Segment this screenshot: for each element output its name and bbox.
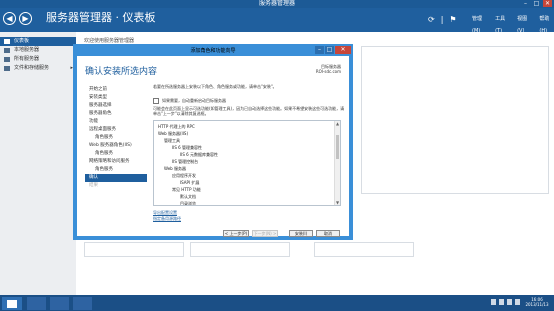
dialog-body: 确认安装所选内容 目标服务器 ROI-sdc.com 开始之前 安装类型 服务器… xyxy=(77,56,349,237)
previous-button[interactable]: < 上一步(P) xyxy=(223,230,249,237)
step-server-selection[interactable]: 服务器选择 xyxy=(85,102,147,110)
step-features[interactable]: 功能 xyxy=(85,118,147,126)
sidebar-item-file-storage[interactable]: 文件和存储服务 ▸ xyxy=(0,64,76,73)
volume-icon[interactable] xyxy=(507,299,512,305)
step-installation-type[interactable]: 安装类型 xyxy=(85,94,147,102)
dialog-heading: 确认安装所选内容 xyxy=(85,67,158,77)
server-icon xyxy=(4,48,10,53)
next-button: 下一步(N) > xyxy=(252,230,278,237)
menu-manage[interactable]: 管理(M) xyxy=(472,13,487,37)
list-scrollbar[interactable]: ▲ ▼ xyxy=(334,121,340,205)
sidebar-item-label: 所有服务器 xyxy=(14,56,40,62)
list-item: Web 服务器 xyxy=(164,166,186,171)
step-confirmation[interactable]: 确认 xyxy=(85,174,147,182)
list-item: 常见 HTTP 功能 xyxy=(172,187,201,192)
restart-checkbox-label: 如果需要，自动重新启动目标服务器 xyxy=(162,98,226,103)
scroll-up-icon[interactable]: ▲ xyxy=(335,121,340,126)
tray-icon[interactable] xyxy=(491,299,496,305)
clock-date: 2013/11/13 xyxy=(525,302,549,307)
server-manager-icon xyxy=(7,300,17,308)
system-tray xyxy=(491,299,520,305)
powershell-taskbar-button[interactable] xyxy=(27,297,46,310)
header-menu: 管理(M) 工具(T) 视图(V) 帮助(H) xyxy=(472,13,554,37)
list-item: IIS 6 管理兼容性 xyxy=(172,145,202,150)
step-before-you-begin[interactable]: 开始之前 xyxy=(85,86,147,94)
list-item: 默认文档 xyxy=(180,194,196,199)
step-network-policy[interactable]: 网络策略和访问服务 xyxy=(85,158,147,166)
forward-button[interactable]: ▶ xyxy=(19,12,32,25)
list-item: Web 服务器(IIS) xyxy=(158,131,189,136)
ime-icon[interactable] xyxy=(515,299,520,305)
dialog-minimize-button[interactable]: – xyxy=(315,46,324,54)
target-server: 目标服务器 ROI-sdc.com xyxy=(316,64,341,74)
list-item: 管理工具 xyxy=(164,138,180,143)
sidebar-item-dashboard[interactable]: 仪表板 xyxy=(0,37,76,46)
welcome-heading: 欢迎使用服务器管理器 xyxy=(84,38,135,44)
step-role-services[interactable]: 角色服务 xyxy=(85,166,147,174)
cancel-button[interactable]: 取消 xyxy=(316,230,340,237)
system-clock[interactable]: 16:06 2013/11/13 xyxy=(521,297,553,307)
step-web-server[interactable]: Web 服务器角色(IIS) xyxy=(85,142,147,150)
sidebar-item-label: 仪表板 xyxy=(14,38,30,44)
sidebar-item-label: 本地服务器 xyxy=(14,47,40,53)
wizard-taskbar-button[interactable] xyxy=(73,297,92,310)
list-item: HTTP 代理上的 RPC xyxy=(158,124,195,129)
dialog-controls: – □ ✕ xyxy=(315,46,351,55)
step-role-services[interactable]: 角色服务 xyxy=(85,134,147,142)
wizard-steps: 开始之前 安装类型 服务器选择 服务器角色 功能 远程桌面服务 角色服务 Web… xyxy=(85,86,147,190)
sidebar-item-local-server[interactable]: 本地服务器 xyxy=(0,46,76,55)
scroll-thumb[interactable] xyxy=(336,135,339,159)
list-item: ISAPI 扩展 xyxy=(180,180,200,185)
servers-icon xyxy=(4,57,10,62)
dashboard-tile xyxy=(314,242,414,257)
optional-features-note: 可能会在此页面上显示可选功能(如管理工具)，因为已自动选择这些功能。如果不希望安… xyxy=(153,106,345,116)
dialog-title: 添加角色和功能向导 xyxy=(190,48,236,54)
target-name: ROI-sdc.com xyxy=(315,69,341,74)
scroll-down-icon[interactable]: ▼ xyxy=(335,200,340,205)
menu-help[interactable]: 帮助(H) xyxy=(539,13,554,37)
alternate-source-link[interactable]: 指定备用源路径 xyxy=(153,216,181,222)
sidebar-item-label: 文件和存储服务 xyxy=(14,65,50,71)
back-button[interactable]: ◀ xyxy=(3,12,16,25)
install-button[interactable]: 安装(I) xyxy=(289,230,313,237)
dialog-close-button[interactable]: ✕ xyxy=(335,46,351,54)
window-title: 服务器管理器 xyxy=(258,0,295,7)
network-icon[interactable] xyxy=(499,299,504,305)
flag-icon[interactable]: ⚑ xyxy=(449,15,456,24)
restart-option[interactable]: 如果需要，自动重新启动目标服务器 xyxy=(153,98,226,104)
separator: | xyxy=(440,14,444,24)
selected-features-list[interactable]: HTTP 代理上的 RPC Web 服务器(IIS) 管理工具 IIS 6 管理… xyxy=(153,120,341,206)
step-results: 结果 xyxy=(89,183,98,188)
list-item: 应用程序开发 xyxy=(172,173,196,178)
restart-checkbox[interactable] xyxy=(153,98,159,104)
step-remote-desktop[interactable]: 远程桌面服务 xyxy=(85,126,147,134)
list-item: 目录浏览 xyxy=(180,201,196,206)
explorer-taskbar-button[interactable] xyxy=(50,297,69,310)
confirmation-description: 若要在所选服务器上安装以下角色、角色服务或功能，请单击"安装"。 xyxy=(153,84,277,89)
dashboard-tile xyxy=(190,242,290,257)
step-role-services[interactable]: 角色服务 xyxy=(85,150,147,158)
window-controls: – □ ✕ xyxy=(521,0,552,8)
menu-view[interactable]: 视图(V) xyxy=(517,13,531,37)
step-server-roles[interactable]: 服务器角色 xyxy=(85,110,147,118)
refresh-icon[interactable]: ⟳ xyxy=(428,15,435,24)
maximize-button[interactable]: □ xyxy=(532,0,541,7)
sidebar-item-all-servers[interactable]: 所有服务器 xyxy=(0,55,76,64)
storage-icon xyxy=(4,66,10,71)
dashboard-tile xyxy=(84,242,184,257)
add-roles-wizard-dialog: 添加角色和功能向导 – □ ✕ 确认安装所选内容 目标服务器 ROI-sdc.c… xyxy=(73,44,353,240)
list-item: IIS 6 元数据库兼容性 xyxy=(180,152,218,157)
list-item: IIS 管理控制台 xyxy=(172,159,199,164)
menu-tools[interactable]: 工具(T) xyxy=(495,13,509,37)
dashboard-panel xyxy=(361,46,549,194)
header-icons: ⟳ | ⚑ xyxy=(428,13,457,25)
page-title: 服务器管理器 · 仪表板 xyxy=(46,11,156,24)
dialog-maximize-button[interactable]: □ xyxy=(325,46,334,54)
dashboard-icon xyxy=(4,39,10,44)
close-button[interactable]: ✕ xyxy=(543,0,552,7)
minimize-button[interactable]: – xyxy=(521,0,530,7)
